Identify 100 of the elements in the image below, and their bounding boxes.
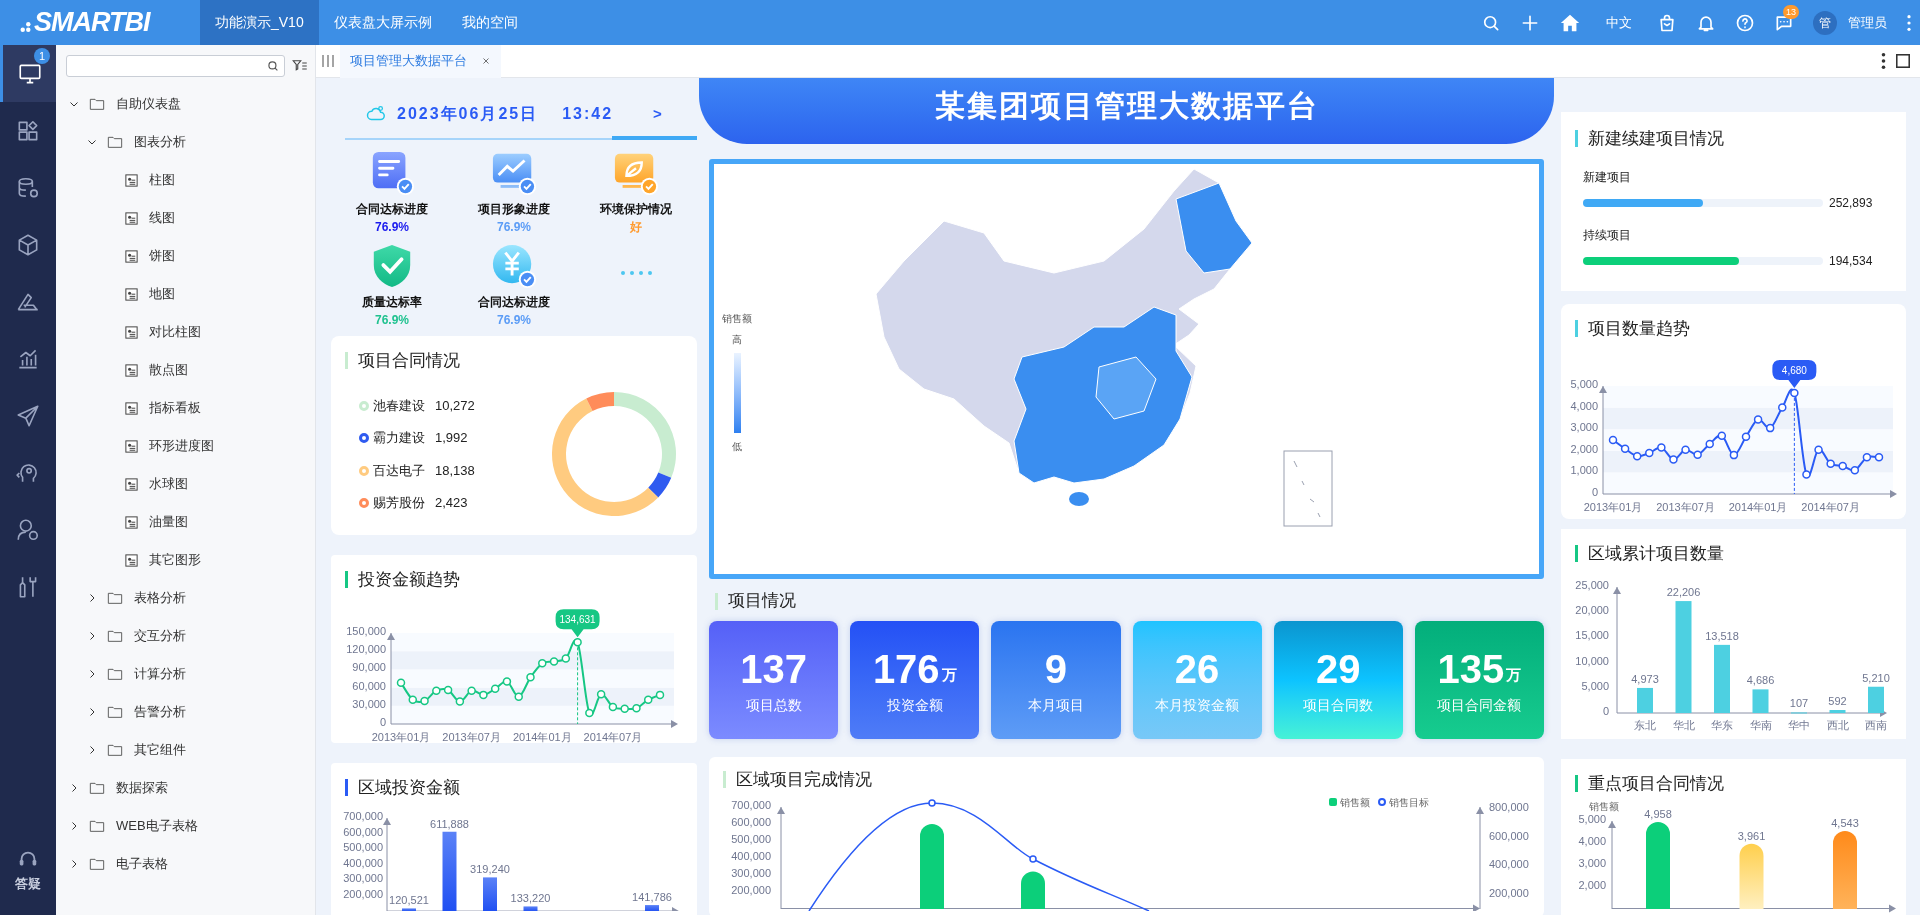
- value-label: 4,680: [1781, 364, 1807, 376]
- tree-item[interactable]: 交互分析: [56, 617, 315, 655]
- axis-label: 2013年01月: [1583, 500, 1643, 513]
- next-button[interactable]: >: [653, 102, 662, 126]
- chart-report-icon: [124, 210, 139, 226]
- indicator-label: 合同达标进度: [478, 294, 550, 311]
- tree-item[interactable]: 表格分析: [56, 579, 315, 617]
- data-point: [526, 672, 535, 682]
- indicator-value: 76.9%: [497, 219, 531, 236]
- indicator-value: 76.9%: [375, 312, 409, 329]
- legend-label: 高: [732, 333, 742, 347]
- section-title: 项目数量趋势: [1588, 318, 1690, 340]
- data-label: 5,210: [1862, 671, 1890, 684]
- help-label: 答疑: [15, 874, 41, 893]
- search-field[interactable]: [66, 55, 285, 77]
- axis-label: 东北: [1634, 718, 1656, 731]
- person-gear-icon: [15, 516, 41, 543]
- chart-report-icon: [124, 324, 139, 340]
- chart-report-icon: [124, 362, 139, 378]
- tree-item[interactable]: 图表分析: [56, 123, 315, 161]
- axis-title: 销售额: [1589, 799, 1619, 814]
- tree-item[interactable]: 自助仪表盘: [56, 85, 315, 123]
- paper-plane-icon: [15, 402, 41, 429]
- more-icon[interactable]: [1881, 52, 1886, 70]
- legend-label: 赐芳股份: [373, 494, 425, 513]
- tree-item[interactable]: 水球图: [56, 465, 315, 503]
- axis-label: 0: [1602, 704, 1609, 717]
- tree-item[interactable]: 线图: [56, 199, 315, 237]
- axis-label: 90,000: [352, 660, 386, 673]
- axis-label: 0: [1591, 485, 1598, 498]
- legend-title: 销售额: [722, 312, 752, 326]
- help-icon[interactable]: [1735, 12, 1755, 33]
- tree-item[interactable]: 环形进度图: [56, 427, 315, 465]
- bar: [1829, 709, 1846, 713]
- legend-value: 2,423: [435, 494, 468, 513]
- data-point: [467, 685, 476, 695]
- folder-icon: [106, 134, 124, 150]
- data-point: [1814, 444, 1823, 454]
- data-point: [432, 685, 441, 695]
- data-point: [1645, 448, 1654, 457]
- bar: [1752, 688, 1769, 713]
- axis-label: 600,000: [1489, 829, 1529, 841]
- shopping-bag-icon[interactable]: [1657, 12, 1677, 33]
- data-point: [1729, 450, 1739, 459]
- tree-item[interactable]: WEB电子表格: [56, 807, 315, 845]
- tree-item[interactable]: 对比柱图: [56, 313, 315, 351]
- chart-report-icon: [124, 438, 139, 454]
- data-point: [408, 695, 417, 704]
- tree-item[interactable]: 其它图形: [56, 541, 315, 579]
- document-tab[interactable]: 项目管理大数据平台: [340, 44, 501, 78]
- tree-item[interactable]: 告警分析: [56, 693, 315, 731]
- axis-label: 3,000: [1570, 420, 1598, 433]
- tree-item[interactable]: 饼图: [56, 237, 315, 275]
- folder-icon: [88, 856, 106, 872]
- tree-item[interactable]: 油量图: [56, 503, 315, 541]
- axis-label: 5,000: [1581, 679, 1609, 692]
- data-point: [1862, 452, 1872, 462]
- legend-label: 销售目标: [1389, 795, 1429, 810]
- data-point: [479, 690, 488, 699]
- axis-label: 400,000: [343, 856, 383, 869]
- kpi-unit: 万: [1506, 665, 1522, 685]
- section-title: 区域项目完成情况: [736, 769, 872, 791]
- section-title: 区域投资金额: [358, 777, 460, 799]
- tree-item[interactable]: 其它组件: [56, 731, 315, 769]
- tree-item[interactable]: 指标看板: [56, 389, 315, 427]
- data-point: [1717, 430, 1727, 440]
- tree-item[interactable]: 计算分析: [56, 655, 315, 693]
- axis-label: 2013年01月: [371, 730, 431, 743]
- title-accent-bar: [1575, 775, 1578, 793]
- tree-item[interactable]: 散点图: [56, 351, 315, 389]
- axis-label: 400,000: [731, 849, 771, 862]
- data-point: [1669, 454, 1678, 464]
- more-dots-icon[interactable]: [619, 270, 653, 276]
- data-point: [644, 695, 653, 704]
- axis-label: 700,000: [343, 809, 383, 822]
- bar: [1714, 644, 1730, 713]
- data-point: [1681, 444, 1690, 454]
- time-text: 13:42: [562, 104, 614, 124]
- yuan-coin-icon: [491, 243, 537, 289]
- data-point: [1693, 449, 1702, 459]
- section-title: 新建续建项目情况: [1588, 128, 1724, 150]
- notification-badge: 13: [1783, 4, 1799, 19]
- tree-item[interactable]: 电子表格: [56, 845, 315, 883]
- data-label: 4,686: [1746, 673, 1775, 686]
- tree-item[interactable]: 柱图: [56, 161, 315, 199]
- axis-label: 2,000: [1570, 442, 1598, 455]
- legend-label: 百达电子: [373, 461, 425, 480]
- title-accent-bar: [345, 779, 348, 797]
- nav-tab[interactable]: 功能演示_V10: [200, 0, 319, 45]
- help-button[interactable]: 答疑: [15, 847, 41, 893]
- maximize-icon[interactable]: [1896, 54, 1910, 68]
- tree-item[interactable]: 数据探索: [56, 769, 315, 807]
- kpi-value: 137: [740, 645, 807, 693]
- close-icon[interactable]: [481, 56, 491, 66]
- data-point: [1802, 469, 1811, 479]
- user-avatar[interactable]: 管: [1813, 10, 1837, 35]
- axis-label: 200,000: [343, 887, 383, 900]
- data-point: [1657, 442, 1666, 452]
- title-accent-bar: [715, 592, 718, 610]
- tree-item[interactable]: 地图: [56, 275, 315, 313]
